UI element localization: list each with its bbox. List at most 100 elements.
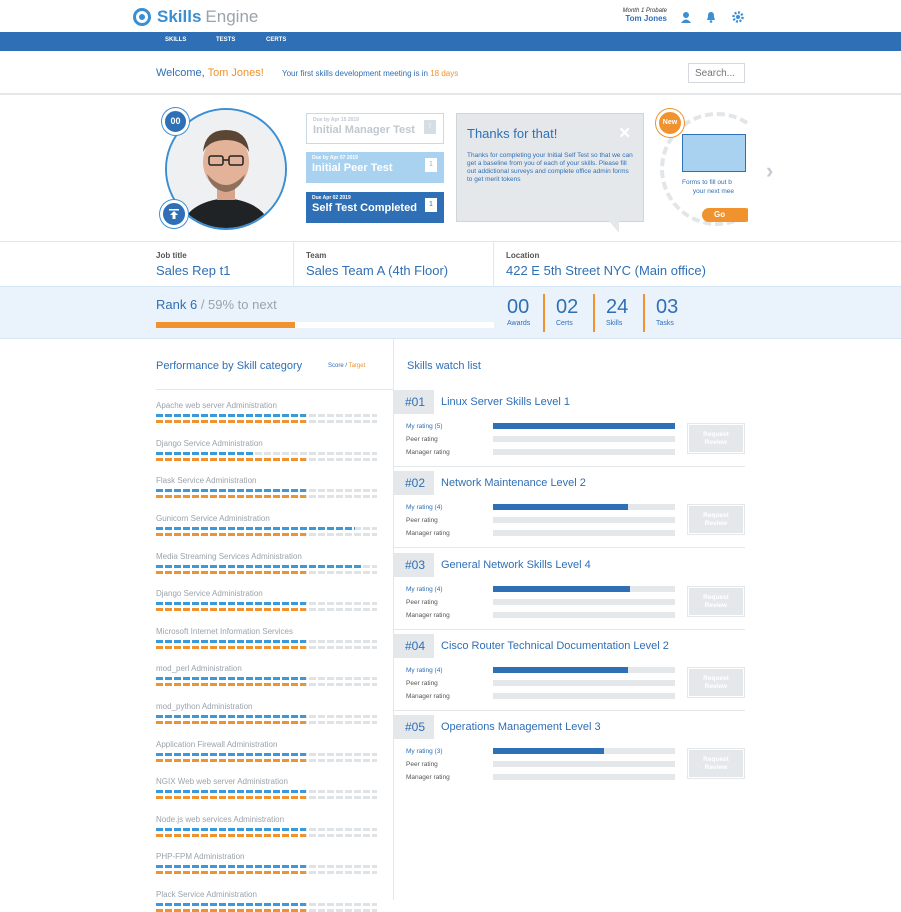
go-button[interactable]: Go [702,208,748,222]
divider [394,466,745,467]
manager-rating-label: Manager rating [406,774,450,781]
welcome-name: Tom Jones! [207,67,264,79]
my-rating-bar [493,667,675,673]
stat-tasks[interactable]: 03 Tasks [656,296,702,327]
skill-row[interactable]: mod_perl Administration [156,664,377,686]
stat-skills[interactable]: 24 Skills [606,296,652,327]
skill-target-bar [156,683,377,686]
meeting-prefix: Your first skills development meeting is… [282,69,431,78]
my-rating-fill [493,667,628,673]
peer-rating-bar [493,680,675,686]
popup-body: Thanks for completing your Initial Self … [467,152,633,183]
test-due-date: Due Apr 02 2019 [312,195,351,201]
skill-score-fill [156,753,307,756]
manager-rating-bar [493,693,675,699]
skill-score-bar [156,527,377,530]
app-logo[interactable]: Skills Engine [133,7,258,27]
bell-icon[interactable] [705,11,717,23]
watchlist-rank: #04 [394,634,434,658]
skill-row[interactable]: Flask Service Administration [156,476,377,498]
skill-row[interactable]: Gunicorn Service Administration [156,514,377,536]
nav-certs[interactable]: CERTS [266,37,286,43]
stat-label: Certs [556,320,573,327]
skill-row[interactable]: Media Streaming Services Administration [156,552,377,574]
skill-target-fill [156,420,307,423]
skill-row[interactable]: Django Service Administration [156,589,377,611]
stat-awards[interactable]: 00 Awards [507,296,553,327]
watchlist-item: #02 Network Maintenance Level 2 My rating … [394,471,745,541]
skill-target-fill [156,571,307,574]
request-label-1: Request [703,431,729,438]
my-rating-label: My rating (5) [406,423,443,430]
user-info[interactable]: Month 1 Probate Tom Jones [600,8,667,23]
skill-score-bar [156,414,377,417]
watchlist-item: #01 Linux Server Skills Level 1 My rating … [394,390,745,460]
watchlist-skill-name[interactable]: Linux Server Skills Level 1 [441,396,570,408]
nav-tests[interactable]: TESTS [216,37,235,43]
skill-score-fill [156,452,256,455]
close-icon[interactable]: ✕ [618,124,631,142]
test-title: Self Test Completed [312,202,417,214]
skill-target-bar [156,608,377,611]
skill-row[interactable]: PHP-FPM Administration [156,852,377,874]
performance-legend: Score / Target [328,363,365,369]
test-due-date: Due by Apr 07 2019 [312,155,358,161]
test-card-peer[interactable]: Due by Apr 07 2019 Initial Peer Test 1 [306,152,444,183]
watchlist-skill-name[interactable]: Operations Management Level 3 [441,721,601,733]
request-label-1: Request [703,675,729,682]
skill-row[interactable]: Microsoft Internet Information Services [156,627,377,649]
request-label-2: Review [704,683,728,690]
upload-photo-icon[interactable] [160,200,188,228]
chevron-right-icon[interactable]: › [766,158,773,184]
skill-score-fill [156,715,307,718]
skill-row[interactable]: Node.js web services Administration [156,815,377,837]
divider [394,710,745,711]
nav-skills[interactable]: SKILLS [165,37,186,43]
stat-label: Skills [606,320,623,327]
skill-row[interactable]: Plack Service Administration [156,890,377,912]
stat-label: Tasks [656,320,674,327]
user-icon[interactable] [680,11,692,23]
divider [394,547,745,548]
skill-row[interactable]: Application Firewall Administration [156,740,377,762]
stat-certs[interactable]: 02 Certs [556,296,602,327]
divider [156,389,393,390]
performance-title: Performance by Skill category [156,360,303,372]
skill-name: Microsoft Internet Information Services [156,627,293,636]
skill-row[interactable]: NGIX Web web server Administration [156,777,377,799]
skill-score-fill [156,903,307,906]
skill-score-fill [156,640,307,643]
skill-score-bar [156,452,377,455]
watchlist-skill-name[interactable]: General Network Skills Level 4 [441,559,591,571]
skill-row[interactable]: Django Service Administration [156,439,377,461]
watchlist-skill-name[interactable]: Network Maintenance Level 2 [441,477,586,489]
manager-rating-bar [493,449,675,455]
request-review-button[interactable]: Request Review [688,668,744,697]
request-review-button[interactable]: Request Review [688,749,744,778]
skill-row[interactable]: mod_python Administration [156,702,377,724]
skill-target-fill [156,721,307,724]
request-review-button[interactable]: Request Review [688,424,744,453]
request-review-button[interactable]: Request Review [688,587,744,616]
skill-name: Apache web server Administration [156,401,277,410]
test-card-manager[interactable]: Due by Apr 15 2019 Initial Manager Test … [306,113,444,144]
rank-value: Rank 6 [156,297,198,312]
my-rating-bar [493,423,675,429]
skill-score-bar [156,565,377,568]
request-review-button[interactable]: Request Review [688,505,744,534]
skill-name: Gunicorn Service Administration [156,514,270,523]
skill-target-fill [156,796,307,799]
test-card-self[interactable]: Due Apr 02 2019 Self Test Completed 1 [306,192,444,223]
location-label: Location [506,251,540,260]
header: Skills Engine Month 1 Probate Tom Jones [0,0,901,32]
skill-name: mod_perl Administration [156,664,242,673]
job-title-label: Job title [156,251,187,260]
welcome-message: Welcome, Tom Jones! [156,67,264,79]
skill-name: Node.js web services Administration [156,815,285,824]
skill-row[interactable]: Apache web server Administration [156,401,377,423]
job-title-field: Job title Sales Rep t1 [156,242,230,287]
gear-icon[interactable] [732,11,744,23]
watchlist-skill-name[interactable]: Cisco Router Technical Documentation Lev… [441,640,669,652]
search-input[interactable] [688,63,745,83]
skill-target-fill [156,871,307,874]
